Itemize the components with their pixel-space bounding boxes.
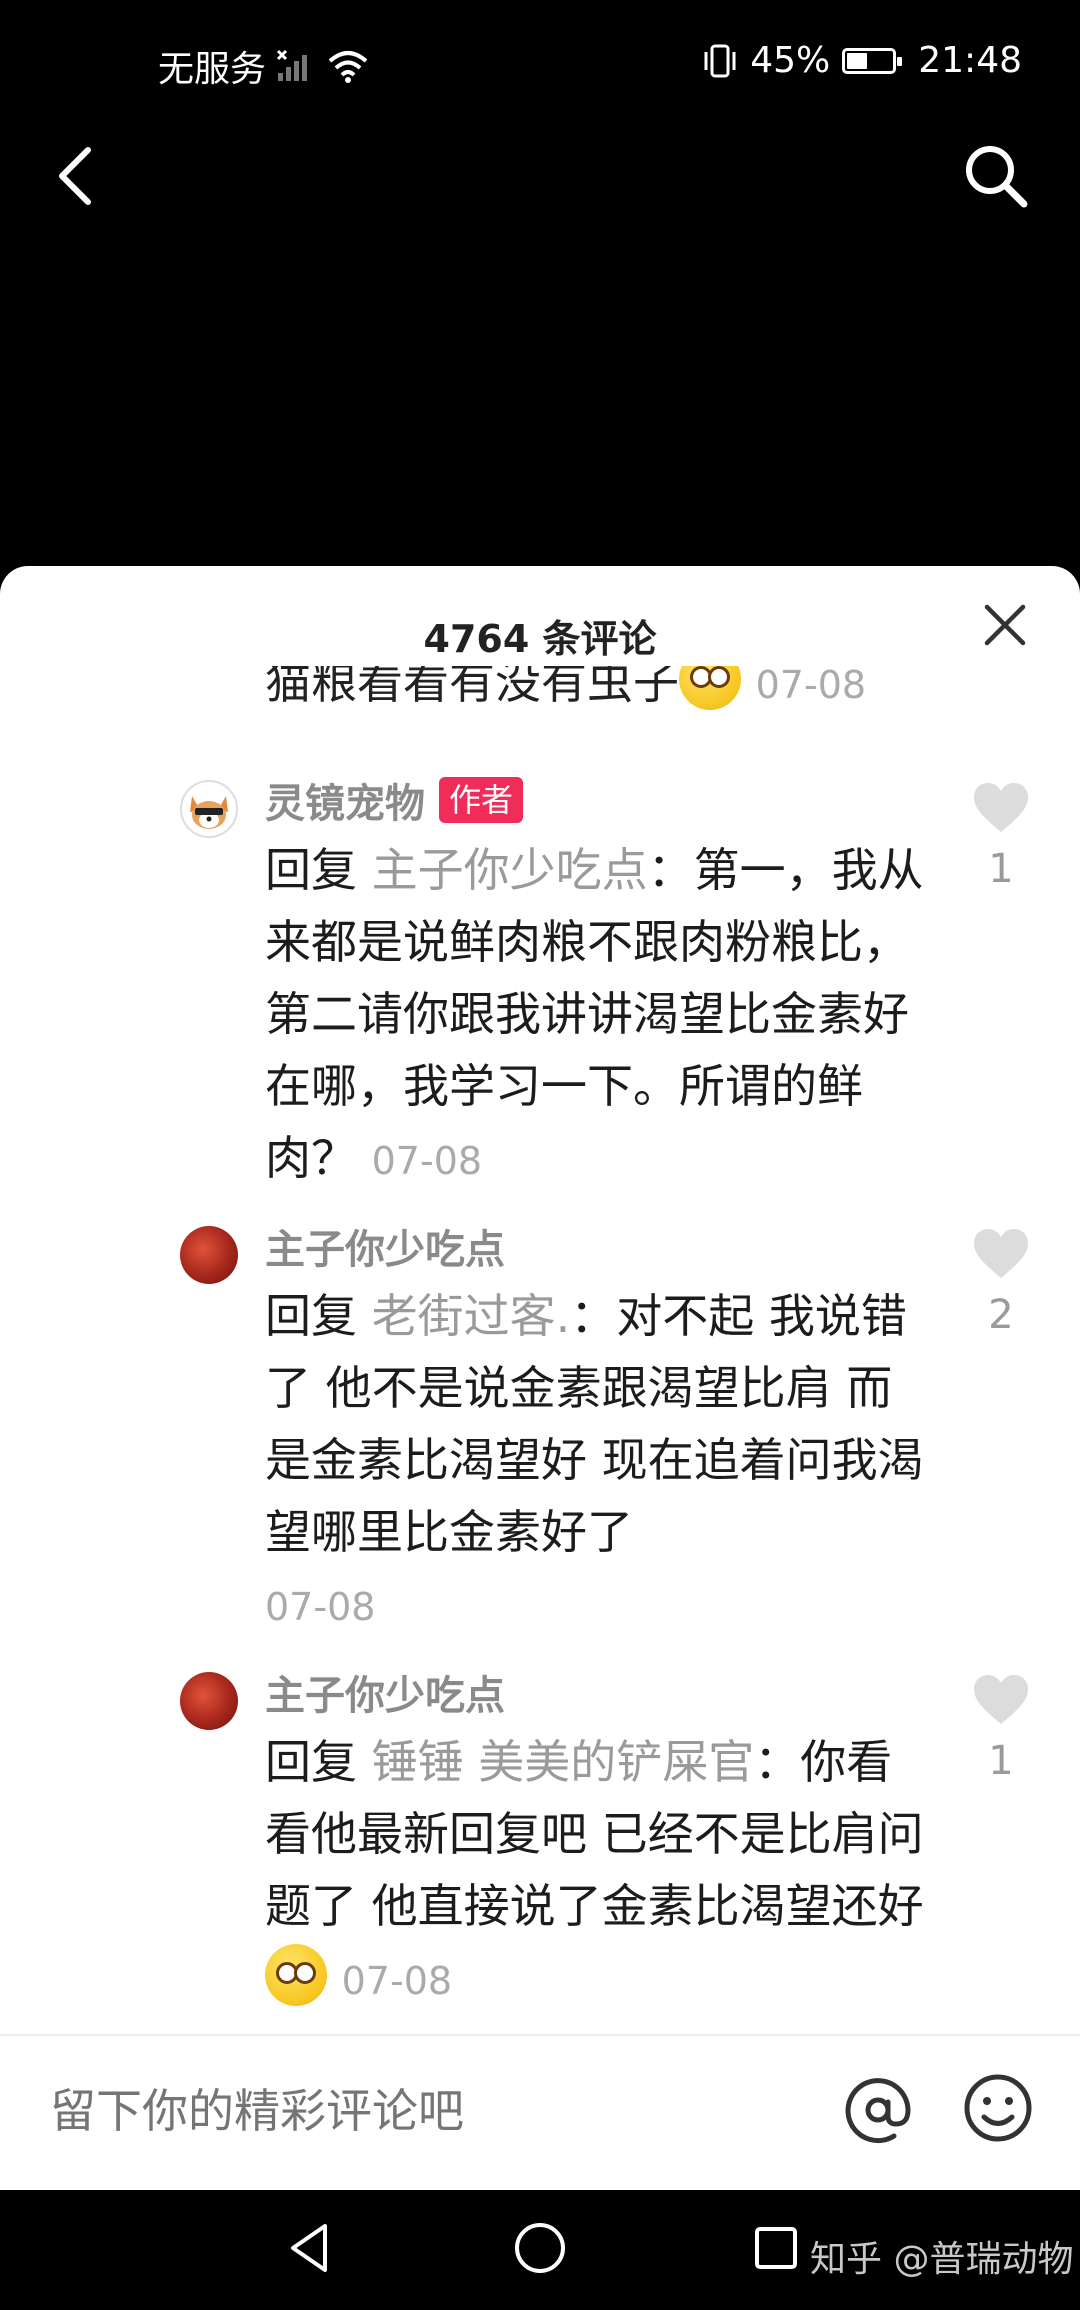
status-bar: 无服务 45% 21:48: [0, 0, 1080, 126]
status-right: 45% 21:48: [702, 40, 1022, 81]
wifi-icon: [328, 51, 368, 83]
watermark: 知乎 @普瑞动物: [810, 2239, 1074, 2280]
close-icon[interactable]: [982, 602, 1028, 648]
comment-text: 回复 老街过客.：对不起 我说错了 他不是说金素跟渴望比肩 而是金素比渴望好 现…: [265, 1280, 930, 1643]
shiba-avatar-icon: [190, 796, 228, 829]
comment-text: 回复 主子你少吃点：第一，我从来都是说鲜肉粮不跟肉粉粮比，第二请你跟我讲讲渴望比…: [265, 834, 930, 1197]
comment-date: 07-08: [371, 1139, 483, 1183]
signal-icon: [276, 49, 308, 81]
heart-icon[interactable]: [972, 1228, 1030, 1280]
partial-comment-date: 07-08: [755, 666, 867, 707]
reply-to-user[interactable]: 老街过客.: [372, 1289, 571, 1343]
search-icon[interactable]: [960, 140, 1030, 210]
comment-body: 主子你少吃点 回复 锤锤 美美的铲屎官：你看看他最新回复吧 已经不是比肩问题了 …: [265, 1666, 930, 2017]
back-arrow-icon[interactable]: [48, 136, 108, 216]
like-button[interactable]: 1: [966, 1674, 1036, 1784]
like-count: 1: [988, 846, 1014, 892]
comment-date: 07-08: [341, 1959, 453, 2003]
comment-text: 回复 锤锤 美美的铲屎官：你看看他最新回复吧 已经不是比肩问题了 他直接说了金素…: [265, 1726, 930, 2017]
reply-prefix: 回复: [265, 1735, 372, 1789]
partial-comment: 猫粮看看有没有虫子 07-08: [265, 666, 866, 718]
battery-icon: [842, 47, 903, 74]
comment-input-bar: [0, 2034, 1080, 2190]
comments-count-title: 4764 条评论: [423, 617, 657, 661]
comment-body: 灵镜宠物 作者 回复 主子你少吃点：第一，我从来都是说鲜肉粮不跟肉粉粮比，第二请…: [265, 774, 930, 1197]
carrier-label: 无服务: [158, 49, 267, 90]
vibrate-icon: [704, 44, 736, 77]
nav-recents-icon[interactable]: [752, 2224, 800, 2272]
like-button[interactable]: 2: [966, 1228, 1036, 1338]
at-icon[interactable]: [840, 2072, 916, 2148]
top-nav: [0, 126, 1080, 336]
author-badge: 作者: [439, 777, 524, 823]
comment-input[interactable]: [50, 2084, 750, 2138]
heart-icon[interactable]: [972, 782, 1030, 834]
comment-author: 灵镜宠物 作者: [265, 771, 930, 829]
comment-author: 主子你少吃点: [265, 1217, 930, 1275]
comment-body: 主子你少吃点 回复 老街过客.：对不起 我说错了 他不是说金素跟渴望比肩 而是金…: [265, 1220, 930, 1643]
nav-home-icon[interactable]: [512, 2220, 568, 2276]
like-count: 1: [988, 1738, 1014, 1784]
comment-date: 07-08: [265, 1585, 376, 1629]
partial-comment-text: 猫粮看看有没有虫子: [265, 666, 679, 709]
reply-prefix: 回复: [265, 843, 372, 897]
system-nav-bar: 知乎 @普瑞动物: [0, 2190, 1080, 2310]
username[interactable]: 主子你少吃点: [265, 1217, 505, 1275]
comments-sheet: 4764 条评论 猫粮看看有没有虫子 07-08 灵镜宠物 作者 回复 主子你少…: [0, 566, 1080, 2190]
username[interactable]: 灵镜宠物: [265, 771, 425, 829]
avatar[interactable]: [180, 1672, 238, 1730]
heart-icon[interactable]: [972, 1674, 1030, 1726]
like-count: 2: [988, 1292, 1014, 1338]
avatar[interactable]: [180, 780, 238, 838]
smile-emoji-icon: [265, 1944, 327, 2006]
nav-back-icon[interactable]: [285, 2220, 335, 2276]
avatar[interactable]: [180, 1226, 238, 1284]
reply-to-user[interactable]: 主子你少吃点: [372, 843, 648, 897]
status-left: 无服务: [158, 40, 370, 92]
comment-author: 主子你少吃点: [265, 1663, 930, 1721]
reply-prefix: 回复: [265, 1289, 372, 1343]
username[interactable]: 主子你少吃点: [265, 1663, 505, 1721]
clock: 21:48: [918, 40, 1022, 81]
laughing-emoji-icon: [679, 666, 741, 710]
reply-to-user[interactable]: 锤锤 美美的铲屎官: [372, 1735, 755, 1789]
like-button[interactable]: 1: [966, 782, 1036, 892]
emoji-icon[interactable]: [962, 2072, 1034, 2144]
battery-percent: 45%: [750, 40, 831, 81]
